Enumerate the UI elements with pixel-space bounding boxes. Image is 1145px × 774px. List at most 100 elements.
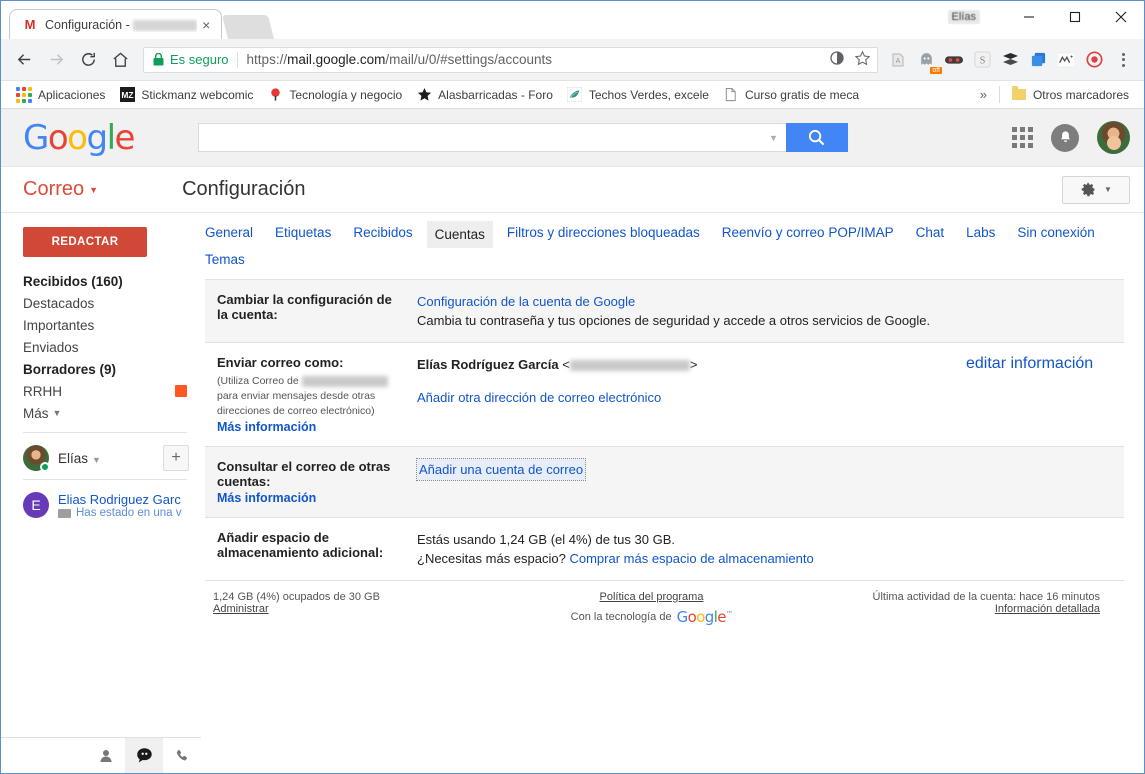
page-insights-icon[interactable]	[829, 50, 845, 69]
add-contact-button[interactable]: +	[163, 445, 189, 471]
url-text: https://mail.google.com/mail/u/0/#settin…	[247, 52, 552, 67]
activity-details-link[interactable]: Información detallada	[995, 603, 1100, 615]
adblock-extension-icon[interactable]	[942, 48, 966, 72]
ghostery-extension-icon[interactable]: off	[914, 48, 938, 72]
reload-button[interactable]	[73, 45, 103, 75]
chat-user-menu[interactable]: Elías▼	[58, 451, 101, 466]
program-policy-link[interactable]: Política del programa	[600, 591, 704, 603]
row-label: Enviar correo como:	[217, 355, 399, 370]
more-info-link[interactable]: Más información	[217, 491, 316, 505]
chat-bubble-icon[interactable]	[125, 738, 163, 773]
row-label: Cambiar la configuración de la cuenta:	[205, 280, 405, 343]
tab-general[interactable]: General	[205, 221, 253, 248]
close-button[interactable]	[1098, 1, 1144, 33]
tab-cuentas[interactable]: Cuentas	[427, 221, 493, 248]
row-actions	[954, 447, 1124, 518]
tab-labs[interactable]: Labs	[966, 221, 995, 248]
search-button[interactable]	[786, 123, 848, 152]
settings-table: Cambiar la configuración de la cuenta: C…	[205, 280, 1124, 581]
avatar[interactable]	[23, 445, 49, 471]
bookmark-star-icon[interactable]	[854, 50, 871, 70]
settings-gear-button[interactable]: ▼	[1062, 176, 1130, 204]
google-account-settings-link[interactable]: Configuración de la cuenta de Google	[417, 294, 635, 309]
browser-tab-title: Configuración -	[45, 18, 133, 32]
tabs-extension-icon[interactable]	[1026, 48, 1050, 72]
edit-info-link[interactable]: editar información	[966, 355, 1093, 372]
more-info-link[interactable]: Más información	[217, 420, 316, 434]
folder-label: RRHH	[23, 384, 62, 399]
evernote-extension-icon[interactable]: S	[970, 48, 994, 72]
red-dot-icon	[267, 87, 283, 103]
home-button[interactable]	[105, 45, 135, 75]
bookmark-alasbarricadas[interactable]: Alasbarricadas - Foro	[409, 85, 560, 105]
bookmarks-overflow-button[interactable]: »	[972, 85, 995, 104]
svg-text:A: A	[896, 58, 901, 65]
maximize-button[interactable]	[1052, 1, 1098, 33]
tab-recibidos[interactable]: Recibidos	[353, 221, 412, 248]
phone-icon[interactable]	[163, 738, 201, 773]
bookmark-stickmanz[interactable]: MZ Stickmanz webcomic	[112, 85, 260, 105]
chrome-menu-button[interactable]	[1110, 46, 1136, 74]
back-button[interactable]	[9, 45, 39, 75]
compose-button[interactable]: REDACTAR	[23, 227, 147, 257]
mail-menu-dropdown[interactable]: Correo▼	[23, 178, 98, 201]
tab-reenvio-pop-imap[interactable]: Reenvío y correo POP/IMAP	[722, 221, 894, 248]
gmail-main: REDACTAR Recibidos (160) Destacados Impo…	[1, 213, 1144, 710]
storage-usage-text: Estás usando 1,24 GB (el 4%) de tus 30 G…	[417, 530, 948, 549]
secure-label: Es seguro	[170, 52, 229, 67]
profile-name-chip[interactable]: Elías	[948, 10, 980, 24]
bookmark-techos-verdes[interactable]: Techos Verdes, excele	[560, 85, 716, 105]
sidebar-item-rrhh[interactable]: RRHH	[23, 380, 201, 402]
sidebar-item-mas[interactable]: Más▼	[23, 402, 201, 424]
bookmark-tecnologia[interactable]: Tecnología y negocio	[260, 85, 409, 105]
page-title: Configuración	[182, 178, 305, 201]
page-viewport: Google ▼ Correo▼	[1, 109, 1144, 773]
settings-tabs: General Etiquetas Recibidos Cuentas Filt…	[205, 221, 1124, 280]
buy-storage-link[interactable]: Comprar más espacio de almacenamiento	[569, 551, 813, 566]
tab-sin-conexion[interactable]: Sin conexión	[1017, 221, 1094, 248]
sidebar-item-enviados[interactable]: Enviados	[23, 336, 201, 358]
user-avatar[interactable]	[1097, 121, 1130, 154]
bookmark-aplicaciones[interactable]: Aplicaciones	[9, 85, 112, 105]
sidebar-item-recibidos[interactable]: Recibidos (160)	[23, 270, 201, 292]
chevron-down-icon: ▼	[89, 185, 98, 195]
sidebar-item-destacados[interactable]: Destacados	[23, 292, 201, 314]
tab-etiquetas[interactable]: Etiquetas	[275, 221, 331, 248]
new-tab-button[interactable]	[222, 15, 274, 39]
sidebar-item-importantes[interactable]: Importantes	[23, 314, 201, 336]
folder-label: Importantes	[23, 318, 94, 333]
bell-icon[interactable]	[1051, 124, 1079, 152]
chat-contact-item[interactable]: E Elias Rodriguez Garc Has estado en una…	[23, 488, 201, 519]
avatar: E	[23, 492, 49, 518]
tab-chat[interactable]: Chat	[916, 221, 945, 248]
powered-by-text: Con la tecnología de	[571, 611, 672, 623]
blocker-extension-icon[interactable]	[1082, 48, 1106, 72]
address-bar[interactable]: Es seguro https://mail.google.com/mail/u…	[143, 47, 878, 73]
manage-storage-link[interactable]: Administrar	[213, 603, 269, 615]
buffer-extension-icon[interactable]	[998, 48, 1022, 72]
settings-content: General Etiquetas Recibidos Cuentas Filt…	[201, 213, 1144, 710]
tab-temas[interactable]: Temas	[205, 248, 1124, 271]
label-color-swatch	[175, 385, 187, 397]
sidebar-item-borradores[interactable]: Borradores (9)	[23, 358, 201, 380]
row-actions	[954, 518, 1124, 581]
tab-filtros[interactable]: Filtros y direcciones bloqueadas	[507, 221, 700, 248]
contacts-icon[interactable]	[87, 738, 125, 773]
tab-strip: M Configuración - ×	[1, 1, 271, 39]
search-input[interactable]: ▼	[198, 123, 786, 152]
star-icon	[416, 87, 432, 103]
momentum-extension-icon[interactable]	[1054, 48, 1078, 72]
browser-tab-configuracion[interactable]: M Configuración - ×	[9, 9, 222, 39]
close-tab-icon[interactable]: ×	[197, 16, 215, 34]
minimize-button[interactable]	[1006, 1, 1052, 33]
row-label: Consultar el correo de otras cuentas:	[217, 459, 399, 489]
folder-icon	[1011, 87, 1027, 103]
bookmark-folder-otros-marcadores[interactable]: Otros marcadores	[1004, 85, 1136, 105]
chevron-down-icon[interactable]: ▼	[769, 133, 778, 143]
pdf-extension-icon[interactable]: A	[886, 48, 910, 72]
add-mail-account-link[interactable]: Añadir una cuenta de correo	[417, 459, 585, 480]
bookmark-label: Techos Verdes, excele	[589, 88, 709, 102]
bookmark-curso-mecanografia[interactable]: Curso gratis de meca	[716, 85, 866, 105]
apps-grid-icon[interactable]	[1012, 127, 1033, 148]
add-another-address-link[interactable]: Añadir otra dirección de correo electrón…	[417, 390, 661, 405]
